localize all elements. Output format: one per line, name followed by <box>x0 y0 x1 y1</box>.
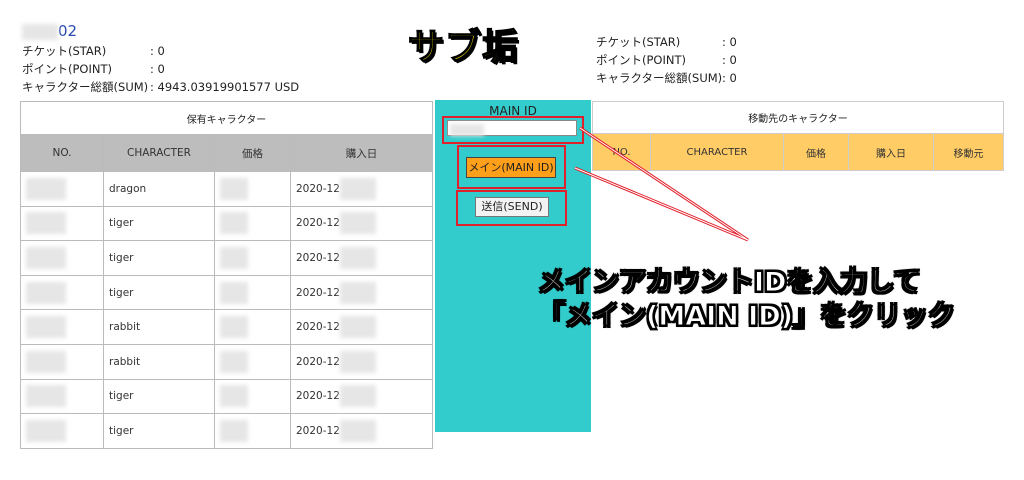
instruction-line-1: メインアカウントIDを入力して <box>538 267 922 299</box>
annotation-pointer <box>574 126 749 242</box>
instruction-line-2: 「メイン(MAIN ID)」をクリック <box>538 301 956 333</box>
instruction-annotation: メインアカウントIDを入力して 「メイン(MAIN ID)」をクリック <box>538 266 956 334</box>
